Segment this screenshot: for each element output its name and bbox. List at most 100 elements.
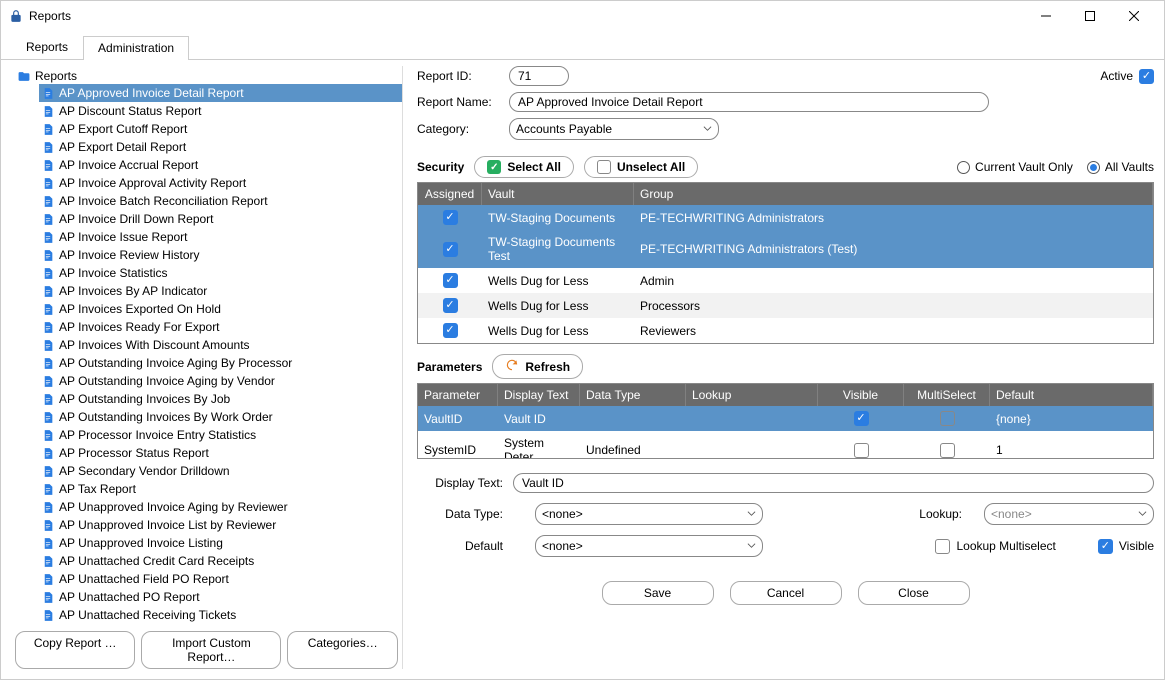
vault-cell: TW-Staging Documents <box>482 209 634 227</box>
col-lookup[interactable]: Lookup <box>686 384 818 406</box>
tree-item-label: AP Unapproved Invoice Aging by Reviewer <box>59 499 288 515</box>
tree-item[interactable]: AP Invoice Issue Report <box>39 228 402 246</box>
col-assigned[interactable]: Assigned <box>418 183 482 205</box>
tree-root[interactable]: Reports <box>17 68 402 84</box>
security-row[interactable]: Wells Dug for LessReviewers <box>418 318 1153 343</box>
close-window-button[interactable] <box>1112 2 1156 30</box>
category-select[interactable]: Accounts Payable <box>509 118 719 140</box>
tree-item[interactable]: AP Unapproved Invoice Aging by Reviewer <box>39 498 402 516</box>
categories-button[interactable]: Categories… <box>287 631 398 669</box>
tree-item[interactable]: AP Invoices Exported On Hold <box>39 300 402 318</box>
tree-item[interactable]: AP Unattached Field PO Report <box>39 570 402 588</box>
col-display[interactable]: Display Text <box>498 384 580 406</box>
tree-item[interactable]: AP Export Cutoff Report <box>39 120 402 138</box>
assigned-checkbox[interactable] <box>443 210 458 225</box>
tree-item[interactable]: AP Approved Invoice Detail Report <box>39 84 402 102</box>
tree-item[interactable]: AP Secondary Vendor Drilldown <box>39 462 402 480</box>
tree-item[interactable]: AP Discount Status Report <box>39 102 402 120</box>
tree-item[interactable]: AP Invoice Batch Reconciliation Report <box>39 192 402 210</box>
security-row[interactable]: TW-Staging Documents TestPE-TECHWRITING … <box>418 230 1153 268</box>
tree-item[interactable]: AP Outstanding Invoices By Work Order <box>39 408 402 426</box>
tree-item[interactable]: AP Invoice Review History <box>39 246 402 264</box>
scope-current-vault-radio[interactable]: Current Vault Only <box>957 160 1073 174</box>
chevron-down-icon <box>1138 507 1147 521</box>
active-checkbox[interactable] <box>1139 69 1154 84</box>
report-name-input[interactable] <box>509 92 989 112</box>
tree-item[interactable]: AP Outstanding Invoices By Job <box>39 390 402 408</box>
reports-tree[interactable]: Reports AP Approved Invoice Detail Repor… <box>11 66 402 623</box>
tree-item[interactable]: AP Unapproved Invoice Listing <box>39 534 402 552</box>
multiselect-cell-checkbox[interactable] <box>940 411 955 426</box>
tab-administration[interactable]: Administration <box>83 36 189 60</box>
tree-item[interactable]: AP Invoices By AP Indicator <box>39 282 402 300</box>
tree-item[interactable]: AP Invoice Approval Activity Report <box>39 174 402 192</box>
document-icon <box>41 105 55 118</box>
assigned-checkbox[interactable] <box>443 298 458 313</box>
visible-cell-checkbox[interactable] <box>854 411 869 426</box>
close-button[interactable]: Close <box>858 581 970 605</box>
visible-checkbox[interactable]: Visible <box>1098 539 1154 554</box>
tree-item[interactable]: AP Processor Status Report <box>39 444 402 462</box>
tree-item[interactable]: AP Tax Report <box>39 480 402 498</box>
tree-item[interactable]: AP Outstanding Invoice Aging By Processo… <box>39 354 402 372</box>
chevron-down-icon <box>747 507 756 521</box>
parameter-row[interactable]: SystemIDSystem DeterUndefined1 <box>418 431 1153 458</box>
assigned-checkbox[interactable] <box>443 242 458 257</box>
tree-item[interactable]: AP Invoices With Discount Amounts <box>39 336 402 354</box>
lookup-select[interactable]: <none> <box>984 503 1154 525</box>
tree-item-label: AP Tax Report <box>59 481 136 497</box>
col-visible[interactable]: Visible <box>818 384 904 406</box>
tree-item[interactable]: AP Unapproved Invoice List by Reviewer <box>39 516 402 534</box>
tree-item[interactable]: AP Outstanding Invoice Aging by Vendor <box>39 372 402 390</box>
col-multiselect[interactable]: MultiSelect <box>904 384 990 406</box>
assigned-checkbox[interactable] <box>443 323 458 338</box>
scope-all-vaults-radio[interactable]: All Vaults <box>1087 160 1154 174</box>
security-row[interactable]: TW-Staging DocumentsPE-TECHWRITING Admin… <box>418 205 1153 230</box>
copy-report-button[interactable]: Copy Report … <box>15 631 135 669</box>
parameter-row[interactable]: VaultIDVault ID{none} <box>418 406 1153 431</box>
default-select[interactable]: <none> <box>535 535 763 557</box>
security-row[interactable]: Wells Dug for LessAdmin <box>418 268 1153 293</box>
minimize-button[interactable] <box>1024 2 1068 30</box>
security-row[interactable]: Wells Dug for LessProcessors <box>418 293 1153 318</box>
save-button[interactable]: Save <box>602 581 714 605</box>
tree-item[interactable]: AP Unattached Credit Card Receipts <box>39 552 402 570</box>
tree-item[interactable]: AP Processor Invoice Entry Statistics <box>39 426 402 444</box>
display-text-input[interactable] <box>513 473 1154 493</box>
tree-item[interactable]: AP Invoice Accrual Report <box>39 156 402 174</box>
select-all-button[interactable]: Select All <box>474 156 574 178</box>
tree-item-label: AP Invoice Issue Report <box>59 229 188 245</box>
col-default[interactable]: Default <box>990 384 1153 406</box>
tree-item-label: AP Outstanding Invoices By Job <box>59 391 230 407</box>
cancel-button[interactable]: Cancel <box>730 581 842 605</box>
report-id-input[interactable] <box>509 66 569 86</box>
group-cell: PE-TECHWRITING Administrators (Test) <box>634 240 1153 258</box>
maximize-button[interactable] <box>1068 2 1112 30</box>
category-label: Category: <box>417 122 509 136</box>
tree-item[interactable]: AP Unattached PO Report <box>39 588 402 606</box>
unselect-all-button[interactable]: Unselect All <box>584 156 698 178</box>
datatype-select[interactable]: <none> <box>535 503 763 525</box>
multiselect-cell-checkbox[interactable] <box>940 443 955 458</box>
col-group[interactable]: Group <box>634 183 1153 205</box>
document-icon <box>41 231 55 244</box>
tree-item[interactable]: AP Export Detail Report <box>39 138 402 156</box>
lookup-multiselect-checkbox[interactable]: Lookup Multiselect <box>935 539 1055 554</box>
tree-item[interactable]: AP Unattached Receiving Tickets <box>39 606 402 623</box>
tab-reports[interactable]: Reports <box>11 35 83 59</box>
col-vault[interactable]: Vault <box>482 183 634 205</box>
tree-item-label: AP Invoice Batch Reconciliation Report <box>59 193 268 209</box>
document-icon <box>41 429 55 442</box>
tree-item[interactable]: AP Invoice Statistics <box>39 264 402 282</box>
tree-item[interactable]: AP Invoices Ready For Export <box>39 318 402 336</box>
col-parameter[interactable]: Parameter <box>418 384 498 406</box>
document-icon <box>41 213 55 226</box>
import-custom-report-button[interactable]: Import Custom Report… <box>141 631 281 669</box>
tree-item-label: AP Invoices Ready For Export <box>59 319 220 335</box>
lock-icon <box>9 9 23 23</box>
col-datatype[interactable]: Data Type <box>580 384 686 406</box>
tree-item[interactable]: AP Invoice Drill Down Report <box>39 210 402 228</box>
refresh-button[interactable]: Refresh <box>492 354 583 379</box>
assigned-checkbox[interactable] <box>443 273 458 288</box>
visible-cell-checkbox[interactable] <box>854 443 869 458</box>
